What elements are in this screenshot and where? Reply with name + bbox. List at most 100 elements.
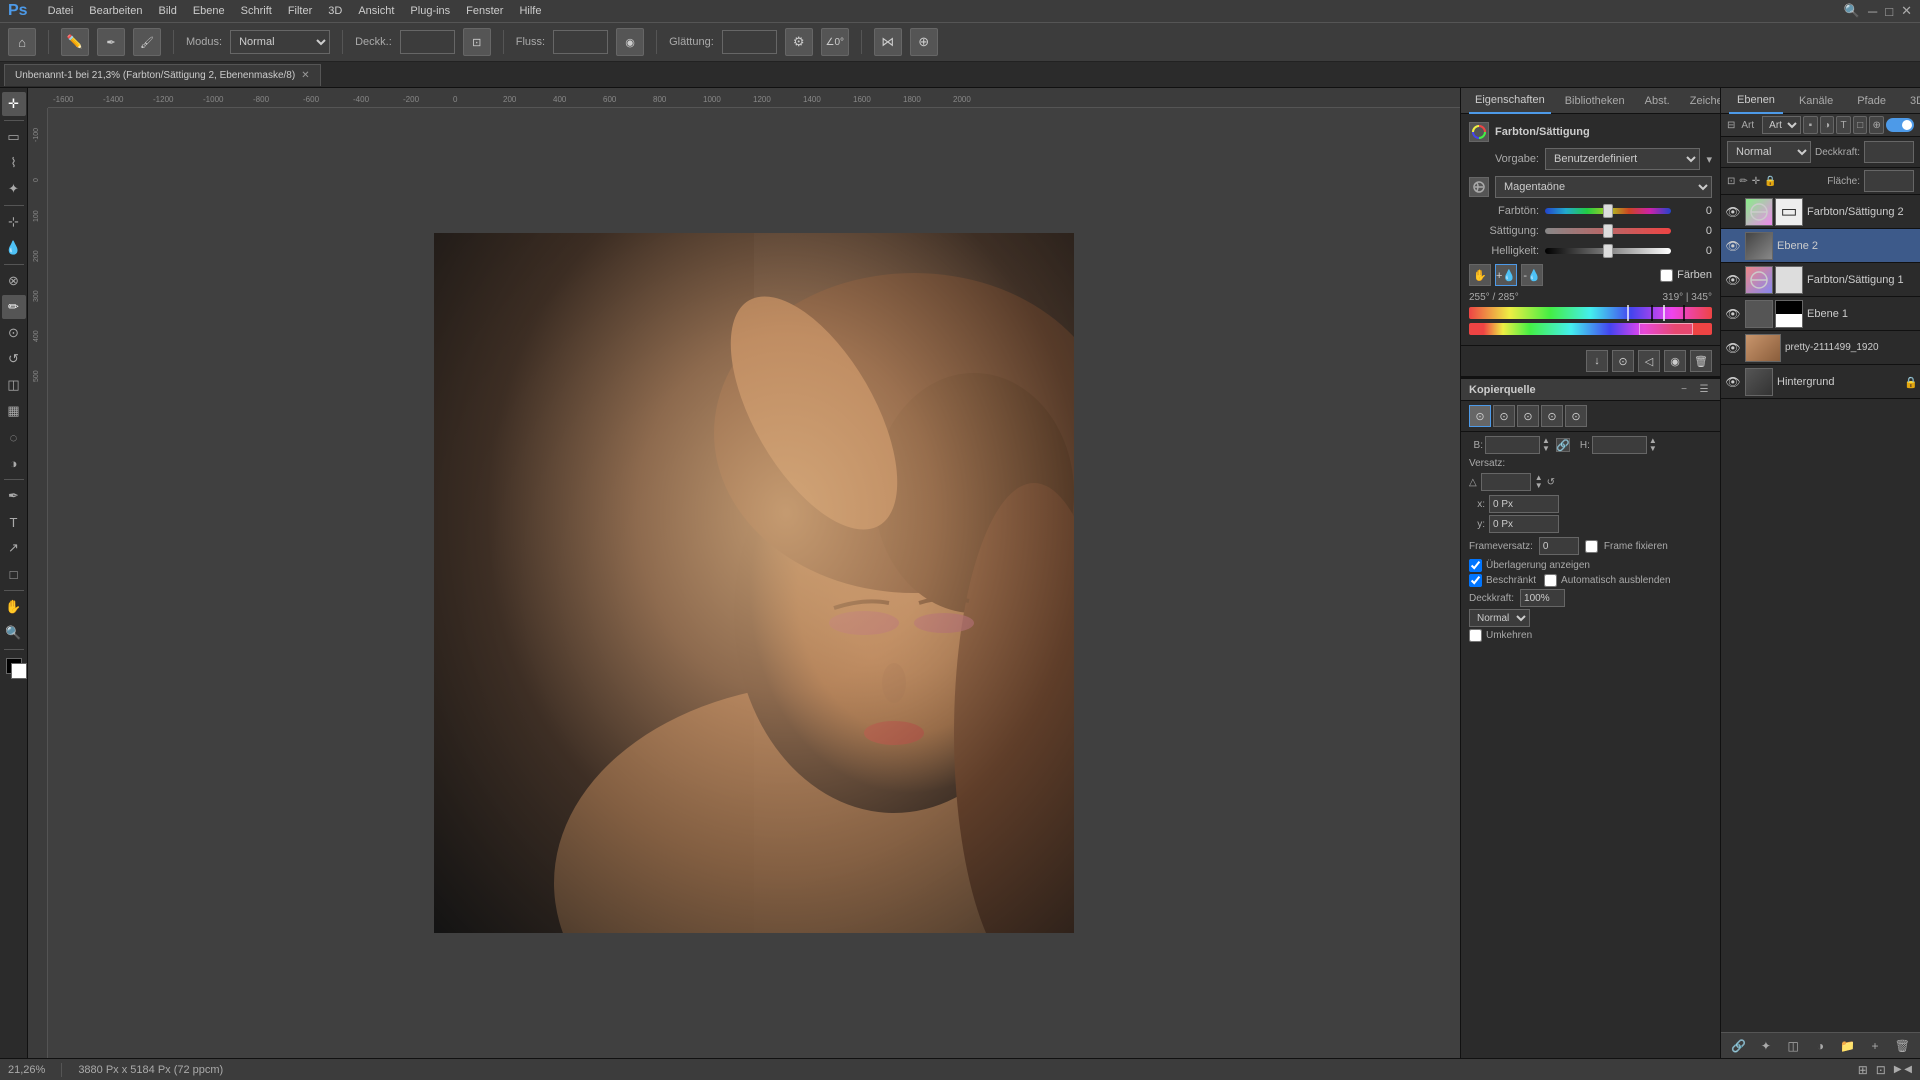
helligkeit-slider[interactable]	[1545, 244, 1671, 258]
spot-heal-tool[interactable]: ⊗	[2, 269, 26, 293]
layers-tab-pfade[interactable]: Pfade	[1849, 88, 1894, 114]
menu-ansicht[interactable]: Ansicht	[358, 5, 394, 17]
prev-state-btn[interactable]: ◁	[1638, 350, 1660, 372]
grid-view-icon[interactable]: ⊞	[1858, 1063, 1868, 1077]
add-layer-btn[interactable]: +	[1865, 1036, 1885, 1056]
clone-opacity-input[interactable]	[1520, 589, 1565, 607]
lock-all-icon[interactable]: 🔒	[1764, 176, 1776, 187]
menu-ebene[interactable]: Ebene	[193, 5, 225, 17]
layers-tab-3d[interactable]: 3D	[1902, 88, 1920, 114]
layer-item[interactable]: 👁 Ebene 1	[1721, 297, 1920, 331]
path-tool[interactable]: ↗	[2, 536, 26, 560]
move-tool[interactable]: ✛	[2, 92, 26, 116]
menu-schrift[interactable]: Schrift	[241, 5, 272, 17]
fill-value-input[interactable]: 100%	[1864, 170, 1914, 192]
clone-height-input[interactable]: 100,0%	[1592, 436, 1647, 454]
zoom-fit-icon[interactable]: ⊡	[1876, 1063, 1886, 1077]
farbton-thumb[interactable]	[1603, 204, 1613, 218]
layer-visibility-toggle[interactable]: 👁	[1725, 204, 1741, 220]
pen-tool[interactable]: ✒	[2, 484, 26, 508]
clip-mask-btn[interactable]: ↓	[1586, 350, 1608, 372]
menu-bild[interactable]: Bild	[158, 5, 176, 17]
crop-tool[interactable]: ⊹	[2, 210, 26, 234]
text-tool[interactable]: T	[2, 510, 26, 534]
dodge-tool[interactable]: ◑	[2, 451, 26, 475]
canvas-container[interactable]	[48, 108, 1460, 1058]
filter-toggle[interactable]	[1886, 118, 1914, 132]
layer-visibility-toggle[interactable]: 👁	[1725, 272, 1741, 288]
channel-icon[interactable]	[1469, 177, 1489, 197]
farben-checkbox[interactable]	[1660, 269, 1673, 282]
clone-panel-collapse[interactable]: −	[1676, 382, 1692, 398]
zoom-tool[interactable]: 🔍	[2, 621, 26, 645]
history-tool[interactable]: ↺	[2, 347, 26, 371]
delete-layer-btn-bottom[interactable]: 🗑	[1892, 1036, 1912, 1056]
search-icon[interactable]: 🔍	[1844, 3, 1860, 19]
smoothing-input[interactable]: 0%	[722, 30, 777, 54]
filter-smart-btn[interactable]: ⊕	[1869, 116, 1884, 134]
layer-item[interactable]: 👁 Ebene 2	[1721, 229, 1920, 263]
overlay-checkbox[interactable]	[1469, 559, 1482, 572]
menu-3d[interactable]: 3D	[328, 5, 342, 17]
flow-input[interactable]: 40%	[553, 30, 608, 54]
hand-edit-icon[interactable]: ✋	[1469, 264, 1491, 286]
clone-width-down[interactable]: ▼	[1542, 445, 1550, 453]
home-tool[interactable]: ⌂	[8, 28, 36, 56]
add-style-btn[interactable]: ✦	[1756, 1036, 1776, 1056]
window-maximize[interactable]: □	[1885, 4, 1893, 19]
clone-width-input[interactable]: 100,0%	[1485, 436, 1540, 454]
background-color[interactable]	[11, 663, 27, 679]
add-group-btn[interactable]: 📁	[1838, 1036, 1858, 1056]
eraser-tool[interactable]: ◫	[2, 373, 26, 397]
vorgabe-select[interactable]: Benutzerdefiniert	[1545, 148, 1700, 170]
gradient-tool[interactable]: ▦	[2, 399, 26, 423]
clipped-checkbox[interactable]	[1469, 574, 1482, 587]
symmetry-icon[interactable]: ⋈	[874, 28, 902, 56]
layer-type-filter[interactable]: Art	[1762, 116, 1801, 134]
tab-close-btn[interactable]: ✕	[301, 70, 309, 81]
layer-visibility-toggle[interactable]: 👁	[1725, 306, 1741, 322]
hand-tool[interactable]: ✋	[2, 595, 26, 619]
marquee-tool[interactable]: ▭	[2, 125, 26, 149]
rotation-down[interactable]: ▼	[1535, 482, 1543, 490]
document-tab[interactable]: Unbenannt-1 bei 21,3% (Farbton/Sättigung…	[4, 64, 321, 86]
clone-blend-select[interactable]: Normal	[1469, 609, 1530, 627]
layer-visibility-toggle[interactable]: 👁	[1725, 238, 1741, 254]
reset-layer-btn[interactable]: ⊙	[1612, 350, 1634, 372]
opacity-value-input[interactable]: 100%	[1864, 141, 1914, 163]
rotation-input[interactable]: 0,0	[1481, 473, 1531, 491]
lock-position-icon[interactable]: ✛	[1752, 176, 1760, 187]
layers-tab-kanaele[interactable]: Kanäle	[1791, 88, 1841, 114]
foreground-color[interactable]	[6, 658, 22, 674]
channel-select[interactable]: Magentaöne	[1495, 176, 1712, 198]
clone-src-4[interactable]: ⊙	[1541, 405, 1563, 427]
blend-mode-select[interactable]: Normal	[1727, 141, 1811, 163]
settings-icon[interactable]: ⚙	[785, 28, 813, 56]
frame-offset-input[interactable]	[1539, 537, 1579, 555]
link-layers-btn[interactable]: 🔗	[1729, 1036, 1749, 1056]
layer-visibility-toggle[interactable]: 👁	[1725, 340, 1741, 356]
delete-layer-btn[interactable]: 🗑	[1690, 350, 1712, 372]
angle-icon[interactable]: ∠0°	[821, 28, 849, 56]
clone-src-5[interactable]: ⊙	[1565, 405, 1587, 427]
menu-bearbeiten[interactable]: Bearbeiten	[89, 5, 142, 17]
filter-shape-btn[interactable]: □	[1853, 116, 1868, 134]
menu-hilfe[interactable]: Hilfe	[519, 5, 541, 17]
clone-height-down[interactable]: ▼	[1649, 445, 1657, 453]
props-tab-abst[interactable]: Abst.	[1639, 88, 1676, 114]
layers-tab-ebenen[interactable]: Ebenen	[1729, 88, 1783, 114]
menu-datei[interactable]: Datei	[48, 5, 74, 17]
clone-tool[interactable]: ⊙	[2, 321, 26, 345]
frame-lock-checkbox[interactable]	[1585, 540, 1598, 553]
eyedropper-tool[interactable]: 💧	[2, 236, 26, 260]
invert-checkbox[interactable]	[1469, 629, 1482, 642]
window-close[interactable]: ✕	[1901, 3, 1912, 19]
pencil-tool-icon[interactable]: ✒	[97, 28, 125, 56]
color-replace-icon[interactable]: 🖌	[133, 28, 161, 56]
autohide-checkbox[interactable]	[1544, 574, 1557, 587]
pressure-icon[interactable]: ⊡	[463, 28, 491, 56]
farbton-slider[interactable]	[1545, 204, 1671, 218]
filter-adjust-btn[interactable]: ◑	[1820, 116, 1835, 134]
rotation-reset-icon[interactable]: ↺	[1547, 477, 1555, 488]
menu-filter[interactable]: Filter	[288, 5, 312, 17]
